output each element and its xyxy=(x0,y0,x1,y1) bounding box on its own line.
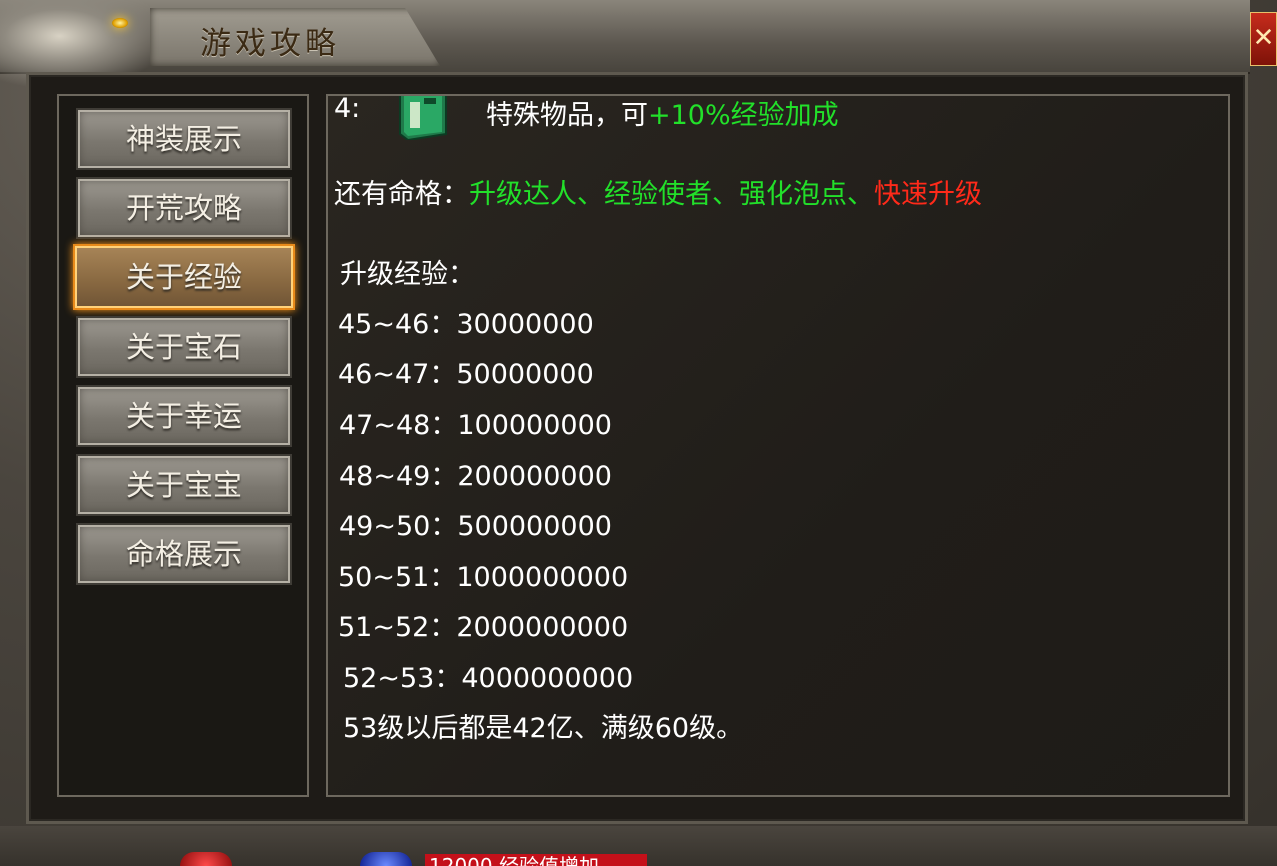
menu-item-baoshi[interactable]: 关于宝石 xyxy=(76,316,292,378)
close-button[interactable]: ✕ xyxy=(1250,12,1277,66)
menu-item-xingyun[interactable]: 关于幸运 xyxy=(76,385,292,447)
window-title: 游戏攻略 xyxy=(200,26,340,62)
level-exp: 4000000000 xyxy=(461,663,634,694)
mingge-prefix: 还有命格： xyxy=(334,179,469,210)
level-row: 51~52：2000000000 xyxy=(338,605,628,644)
menu-item-shenzhuang[interactable]: 神装展示 xyxy=(76,108,292,170)
level-row: 45~46：30000000 xyxy=(338,302,594,341)
mingge-red-item: 快速升级 xyxy=(874,179,982,210)
level-row: 47~48：100000000 xyxy=(339,403,612,442)
level-range: 48~49： xyxy=(339,461,458,492)
level-row: 52~53：4000000000 xyxy=(343,656,633,695)
levels-title: 升级经验： xyxy=(340,259,475,290)
mp-orb-icon xyxy=(360,852,412,866)
menu-item-mingge[interactable]: 命格展示 xyxy=(76,523,292,585)
level-exp: 500000000 xyxy=(457,511,612,542)
level-row: 50~51：1000000000 xyxy=(338,555,628,594)
mingge-green-items: 升级达人、经验使者、强化泡点、 xyxy=(469,179,874,210)
level-row: 48~49：200000000 xyxy=(339,454,612,493)
item-bonus: +10%经验加成 xyxy=(648,100,839,131)
green-book-icon[interactable] xyxy=(394,94,452,140)
exp-gain-badge: 12000 经验值增加 xyxy=(425,854,647,866)
level-range: 46~47： xyxy=(338,359,457,390)
level-exp: 200000000 xyxy=(457,461,612,492)
menu-item-kaihuang[interactable]: 开荒攻略 xyxy=(76,177,292,239)
level-range: 50~51： xyxy=(338,562,457,593)
level-row: 46~47：50000000 xyxy=(338,352,594,391)
level-range: 47~48： xyxy=(339,410,458,441)
level-exp: 50000000 xyxy=(456,359,594,390)
level-exp: 2000000000 xyxy=(456,612,629,643)
dragon-eye-icon xyxy=(112,18,128,28)
footer-note: 53级以后都是42亿、满级60级。 xyxy=(343,713,744,744)
level-exp: 100000000 xyxy=(457,410,612,441)
mingge-line: 还有命格：升级达人、经验使者、强化泡点、快速升级 xyxy=(334,172,982,211)
level-range: 52~53： xyxy=(343,663,462,694)
level-range: 49~50： xyxy=(339,511,458,542)
level-range: 51~52： xyxy=(338,612,457,643)
item-index: 4: xyxy=(334,94,361,124)
menu-item-baobao[interactable]: 关于宝宝 xyxy=(76,454,292,516)
hp-orb-icon xyxy=(180,852,232,866)
level-exp: 30000000 xyxy=(456,309,594,340)
item-desc-text: 特殊物品，可 xyxy=(486,100,648,131)
level-range: 45~46： xyxy=(338,309,457,340)
item-desc: 特殊物品，可+10%经验加成 xyxy=(486,96,839,132)
menu-item-jingyan[interactable]: 关于经验 xyxy=(73,244,295,310)
level-exp: 1000000000 xyxy=(456,562,629,593)
level-row: 49~50：500000000 xyxy=(339,504,612,543)
content-panel[interactable]: 4: 特殊物品，可+10%经验加成 还有命格：升级达人、经验使者、强化泡点、快速… xyxy=(326,94,1230,797)
